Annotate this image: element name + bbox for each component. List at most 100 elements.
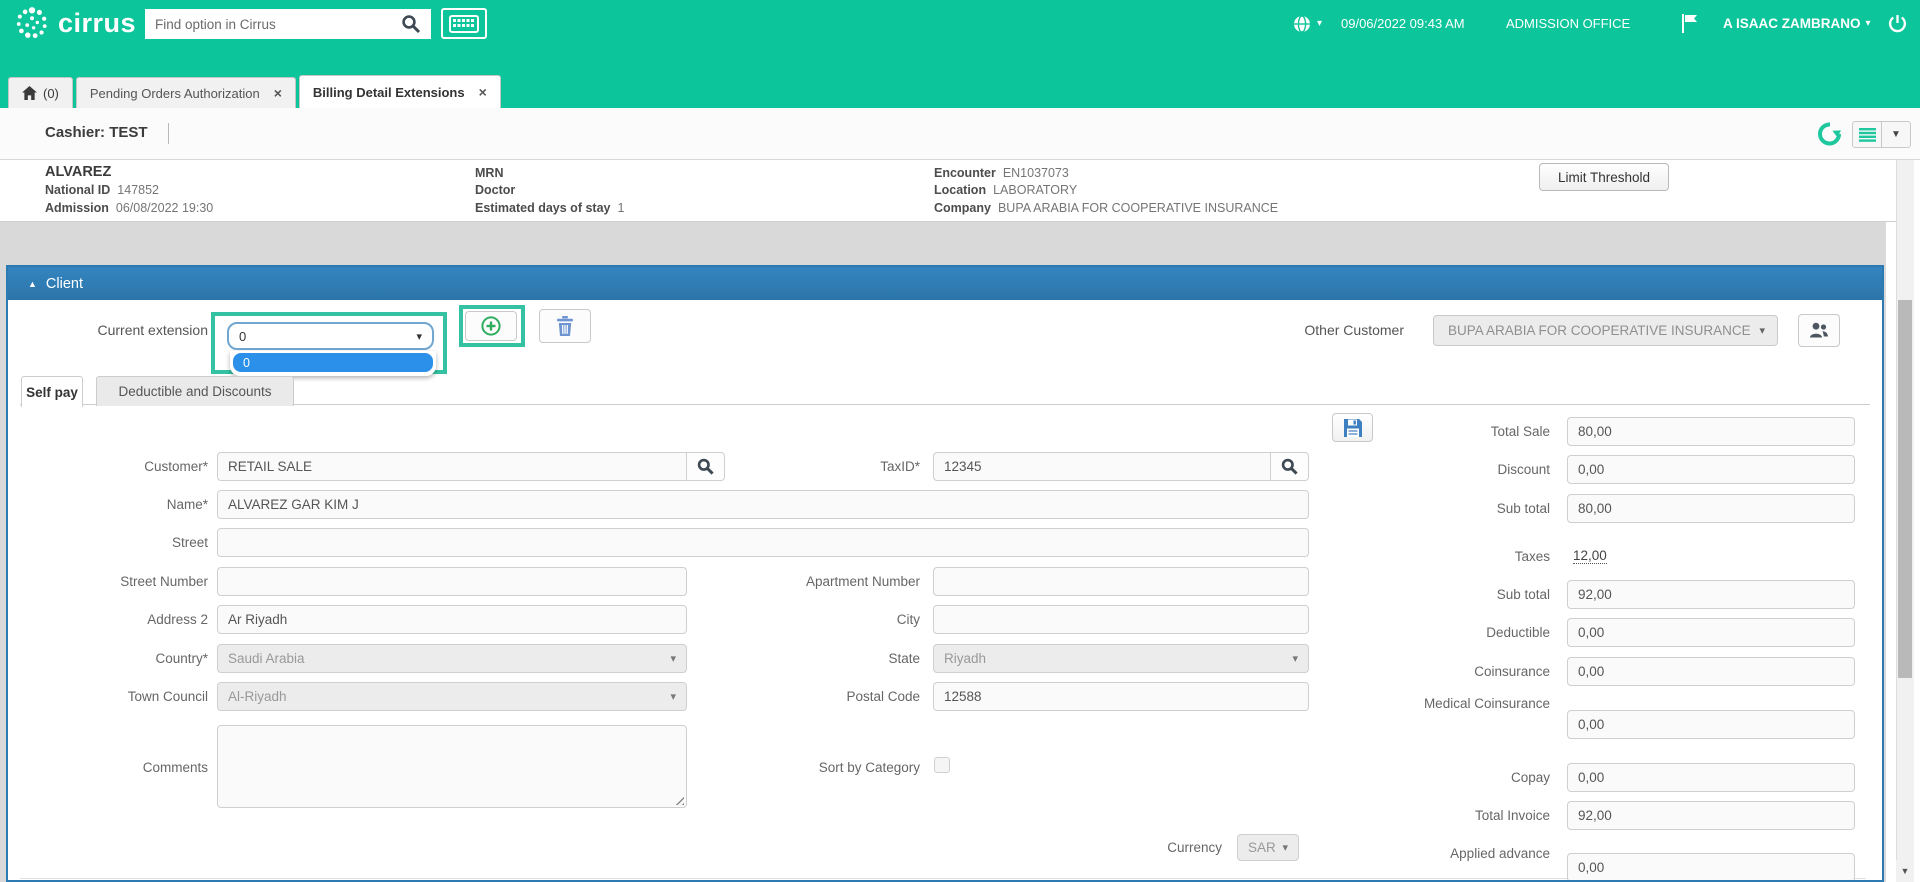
deductible-input[interactable] <box>1567 618 1855 647</box>
customer-search-button[interactable] <box>687 452 725 481</box>
add-extension-button[interactable] <box>465 311 517 341</box>
total-invoice-input[interactable] <box>1567 801 1855 830</box>
other-customer-label: Other Customer <box>1304 322 1404 338</box>
logo-burst-icon <box>16 7 47 39</box>
scrollbar-down-button[interactable]: ▼ <box>1896 860 1914 882</box>
subtotal2-input[interactable] <box>1567 580 1855 609</box>
city-input[interactable] <box>933 605 1309 634</box>
list-view-button[interactable] <box>1852 121 1882 148</box>
other-customer-value: BUPA ARABIA FOR COOPERATIVE INSURANCE <box>1448 323 1751 338</box>
patient-name: ALVAREZ <box>45 164 112 180</box>
tab-pending-orders-authorization[interactable]: Pending Orders Authorization × <box>75 77 296 108</box>
chevron-down-icon: ▾ <box>1292 653 1298 665</box>
scrollbar-thumb[interactable] <box>1898 300 1912 678</box>
total-invoice-label: Total Invoice <box>1474 808 1550 823</box>
language-globe-button[interactable]: ▾ <box>1292 0 1322 47</box>
delete-extension-button[interactable] <box>539 309 591 343</box>
refresh-button[interactable] <box>1816 120 1844 148</box>
medical-coinsurance-input[interactable] <box>1567 710 1855 739</box>
patient-info-bar: ALVAREZ National ID 147852 Admission 06/08… <box>0 160 1896 222</box>
chevron-down-icon: ▾ <box>670 691 676 703</box>
cashier-label: Cashier: TEST <box>45 124 148 141</box>
chevron-down-icon: ▾ <box>670 653 676 665</box>
street-number-label: Street Number <box>120 574 208 589</box>
sort-by-category-checkbox[interactable] <box>934 757 950 773</box>
town-council-label: Town Council <box>127 689 208 704</box>
taxid-input[interactable] <box>933 452 1271 481</box>
country-label: Country* <box>155 651 208 666</box>
copay-input[interactable] <box>1567 763 1855 792</box>
search-button[interactable] <box>391 9 431 39</box>
app-logo[interactable]: cirrus <box>14 5 136 41</box>
subtotal-label: Sub total <box>1496 501 1550 516</box>
street-input[interactable] <box>217 528 1309 557</box>
plus-circle-icon <box>481 316 501 336</box>
currency-label: Currency <box>1167 840 1222 855</box>
comments-textarea[interactable] <box>217 725 687 808</box>
postal-code-input[interactable] <box>933 682 1309 711</box>
user-menu[interactable]: A ISAAC ZAMBRANO ▾ <box>1723 0 1871 47</box>
client-section-title: Client <box>45 275 83 292</box>
coinsurance-input[interactable] <box>1567 657 1855 686</box>
chevron-down-icon: ▾ <box>416 330 422 343</box>
patient-estimated-days: Estimated days of stay 1 <box>475 201 625 215</box>
save-floppy-icon <box>1343 418 1362 437</box>
address2-input[interactable] <box>217 605 687 634</box>
city-label: City <box>896 612 920 627</box>
patient-doctor: Doctor <box>475 183 516 197</box>
refresh-icon <box>1818 122 1841 146</box>
flag-icon <box>1682 14 1697 33</box>
coinsurance-label: Coinsurance <box>1474 664 1550 679</box>
apartment-number-label: Apartment Number <box>805 574 920 589</box>
top-header: cirrus Find option in Cirrus ▾ 09/06/202… <box>0 0 1920 47</box>
power-icon <box>1888 15 1907 33</box>
street-number-input[interactable] <box>217 567 687 596</box>
keyboard-button[interactable] <box>441 8 487 39</box>
customer-input[interactable] <box>217 452 687 481</box>
office-name: ADMISSION OFFICE <box>1506 16 1631 31</box>
tab-billing-detail-extensions[interactable]: Billing Detail Extensions × <box>298 75 501 108</box>
limit-threshold-button[interactable]: Limit Threshold <box>1539 163 1669 191</box>
patient-encounter: Encounter EN1037073 <box>934 166 1069 180</box>
street-label: Street <box>171 535 208 550</box>
town-council-select[interactable]: Al-Riyadh ▾ <box>217 682 687 711</box>
state-select[interactable]: Riyadh ▾ <box>933 644 1309 673</box>
text-cursor <box>168 123 169 144</box>
chevron-down-icon: ▾ <box>1759 325 1765 337</box>
flag-button[interactable] <box>1681 0 1698 47</box>
power-button[interactable] <box>1888 0 1907 47</box>
collapse-icon: ▲ <box>28 278 37 289</box>
more-options-button[interactable]: ▼ <box>1881 121 1911 148</box>
current-extension-select[interactable]: 0 ▾ <box>227 322 434 350</box>
user-caret-icon: ▾ <box>1865 18 1871 29</box>
taxid-search-button[interactable] <box>1271 452 1309 481</box>
subtotal-input[interactable] <box>1567 494 1855 523</box>
total-sale-input[interactable] <box>1567 417 1855 446</box>
customer-label: Customer* <box>144 459 208 474</box>
taxes-value-link[interactable]: 12,00 <box>1573 548 1607 564</box>
tab-self-pay[interactable]: Self pay <box>21 376 83 407</box>
highlight-box-extension: 0 ▾ 0 <box>211 312 447 376</box>
close-icon[interactable]: × <box>274 86 282 100</box>
deductible-label: Deductible <box>1486 625 1550 640</box>
discount-input[interactable] <box>1567 455 1855 484</box>
name-input[interactable] <box>217 490 1309 519</box>
save-button[interactable] <box>1332 413 1373 442</box>
current-extension-label: Current extension <box>97 322 208 338</box>
applied-advance-label: Applied advance <box>1450 846 1550 861</box>
other-customer-select[interactable]: BUPA ARABIA FOR COOPERATIVE INSURANCE ▾ <box>1433 315 1778 346</box>
tab-home[interactable]: (0) <box>8 77 73 108</box>
tab-deductible-and-discounts[interactable]: Deductible and Discounts <box>96 376 294 406</box>
applied-advance-input[interactable] <box>1567 853 1855 880</box>
client-section-header[interactable]: ▲ Client <box>8 267 1882 300</box>
global-search-input[interactable] <box>145 9 391 39</box>
name-label: Name* <box>166 497 208 512</box>
medical-coinsurance-label: Medical Coinsurance <box>1423 696 1550 711</box>
extension-option-selected[interactable]: 0 <box>233 353 433 372</box>
apartment-number-input[interactable] <box>933 567 1309 596</box>
close-icon[interactable]: × <box>479 85 487 99</box>
country-select[interactable]: Saudi Arabia ▾ <box>217 644 687 673</box>
customer-list-button[interactable] <box>1798 314 1840 347</box>
sort-by-category-label: Sort by Category <box>818 760 920 775</box>
currency-select[interactable]: SAR ▾ <box>1237 834 1299 861</box>
